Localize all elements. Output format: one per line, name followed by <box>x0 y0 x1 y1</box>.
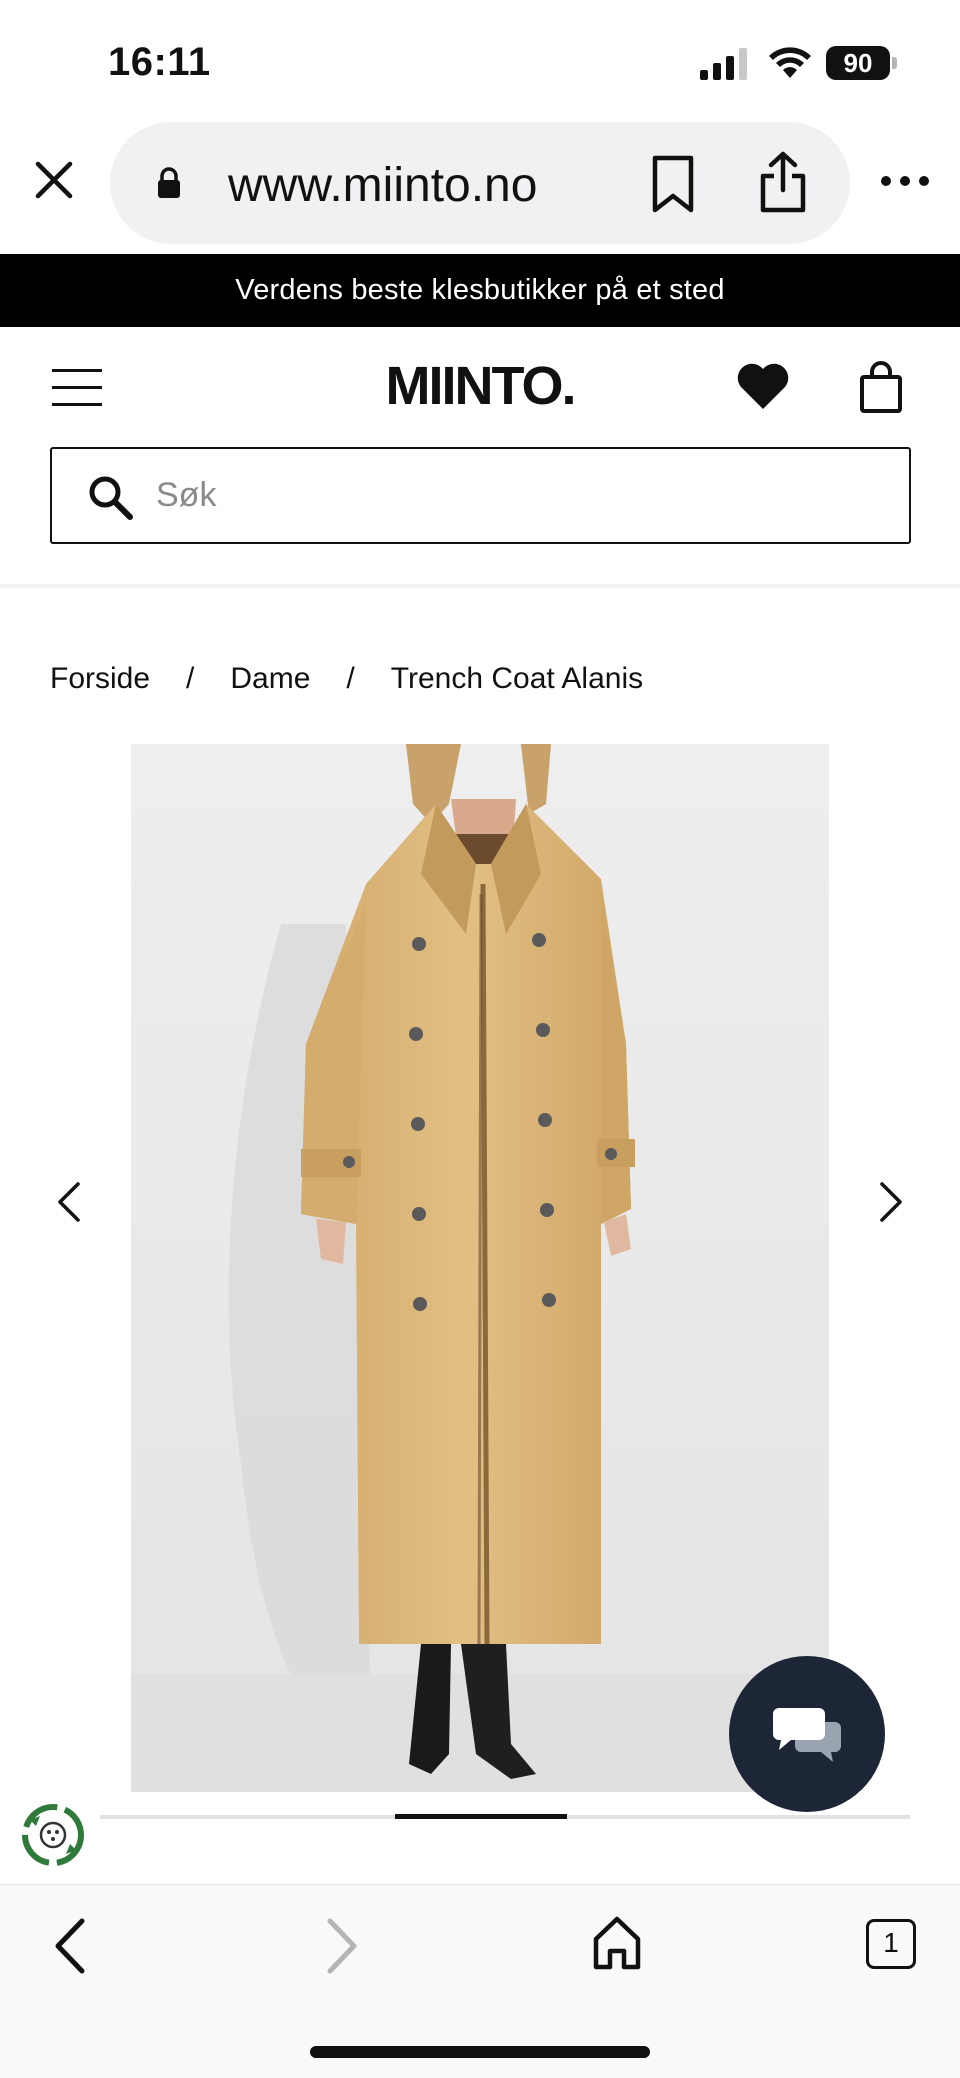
address-bar[interactable]: www.miinto.no <box>110 122 850 244</box>
carousel-previous-icon[interactable] <box>52 1180 88 1224</box>
site-header: MIINTO. <box>0 327 960 447</box>
lock-icon <box>158 167 180 198</box>
breadcrumb-separator: / <box>186 662 195 695</box>
status-time: 16:11 <box>108 40 211 84</box>
chevron-right-icon[interactable] <box>322 1915 362 1977</box>
search-icon[interactable] <box>86 473 134 521</box>
battery-cap <box>892 57 897 69</box>
browser-toolbar: www.miinto.no <box>0 118 960 254</box>
tabs-button[interactable]: 1 <box>866 1919 916 1969</box>
close-button[interactable] <box>28 154 80 206</box>
search-box[interactable] <box>50 447 911 544</box>
recycle-icon[interactable] <box>18 1800 88 1870</box>
cellular-signal-icon <box>700 48 747 80</box>
product-image[interactable] <box>131 744 829 1792</box>
carousel-next-icon[interactable] <box>872 1180 908 1224</box>
close-icon <box>35 161 73 199</box>
status-bar: 16:11 90 <box>0 0 960 118</box>
more-icon[interactable] <box>880 174 930 188</box>
share-icon[interactable] <box>758 150 808 214</box>
chat-icon <box>773 1708 841 1762</box>
battery-indicator: 90 <box>826 46 898 80</box>
chat-button[interactable] <box>729 1656 885 1812</box>
promo-banner[interactable]: Verdens beste klesbutikker på et sted <box>0 254 960 327</box>
carousel-progress <box>100 1814 910 1819</box>
logo[interactable]: MIINTO. <box>0 355 960 417</box>
chevron-left-icon[interactable] <box>50 1915 90 1977</box>
url-text: www.miinto.no <box>228 159 538 212</box>
breadcrumb: Forside / Dame / Trench Coat Alanis <box>50 662 643 696</box>
home-indicator <box>310 2046 650 2058</box>
breadcrumb-category[interactable]: Dame <box>230 662 310 696</box>
heart-icon[interactable] <box>736 361 790 411</box>
carousel-progress-thumb <box>395 1814 567 1819</box>
bookmark-icon[interactable] <box>650 154 696 214</box>
shopping-bag-icon[interactable] <box>858 361 904 413</box>
wifi-icon <box>769 47 811 78</box>
home-icon[interactable] <box>592 1915 642 1971</box>
breadcrumb-current: Trench Coat Alanis <box>390 662 644 695</box>
breadcrumb-separator: / <box>346 662 355 695</box>
trench-coat-photo <box>131 744 829 1792</box>
battery-level: 90 <box>826 46 890 80</box>
section-divider <box>0 584 960 588</box>
search-input[interactable] <box>156 467 856 523</box>
breadcrumb-home[interactable]: Forside <box>50 662 150 696</box>
